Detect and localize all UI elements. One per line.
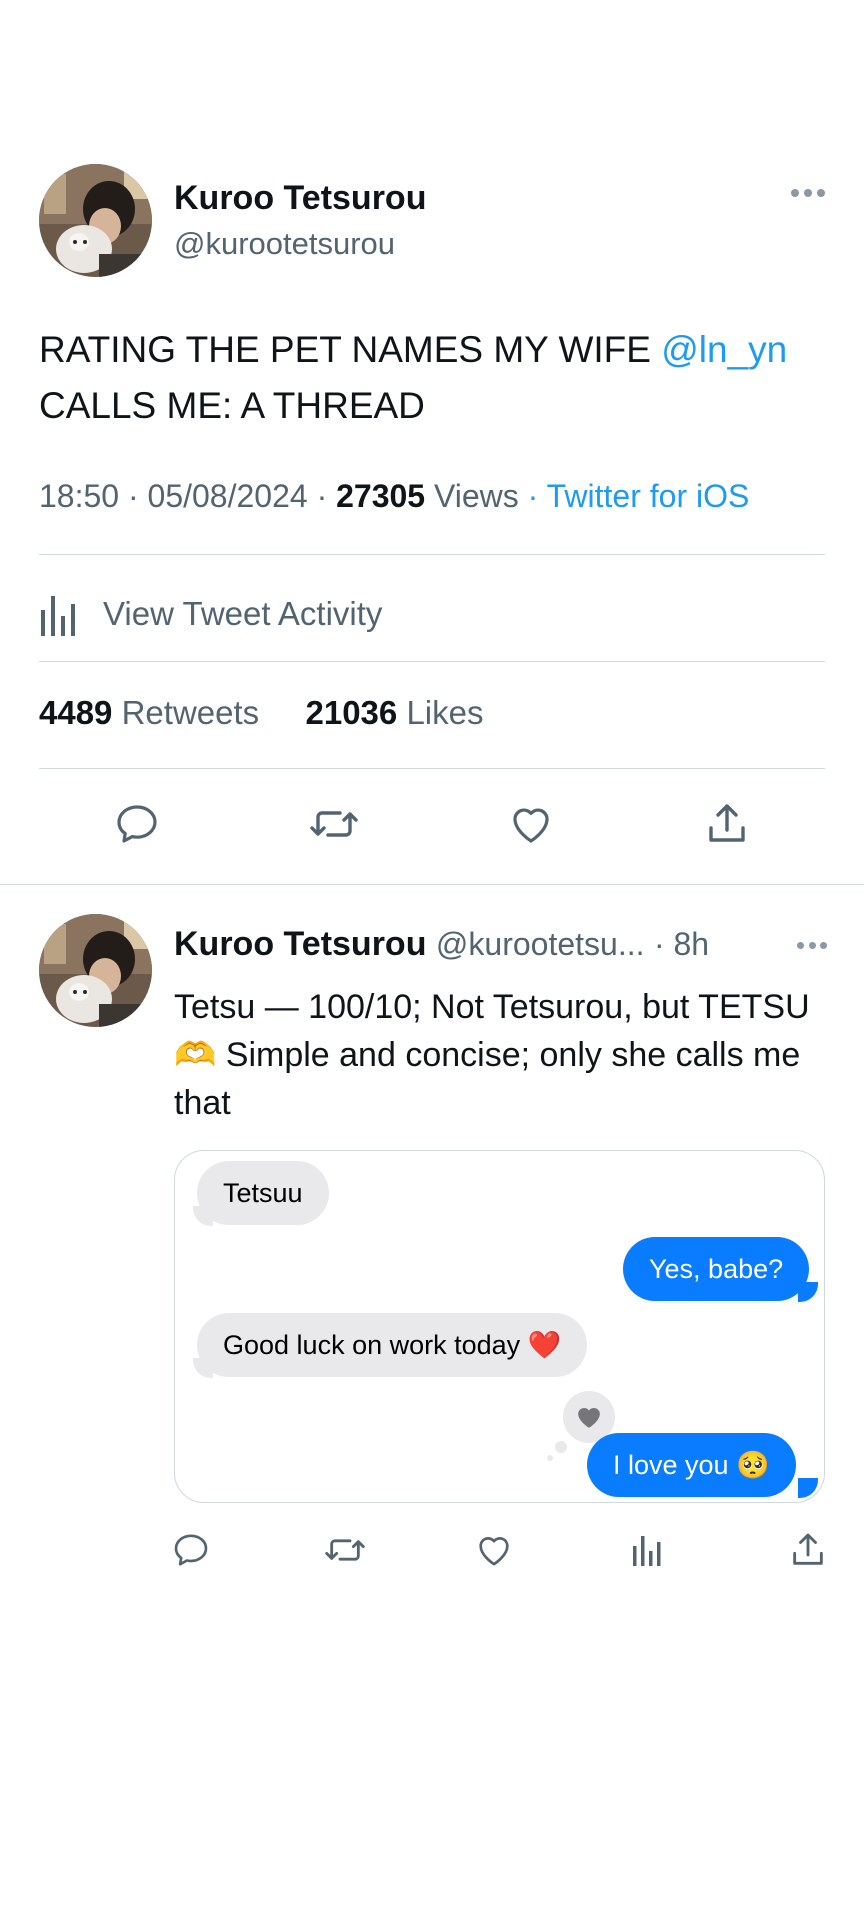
- more-icon[interactable]: [791, 189, 825, 199]
- mention-link[interactable]: @ln_yn: [661, 329, 787, 370]
- reply-age[interactable]: 8h: [674, 926, 710, 962]
- tweet-actions: [39, 794, 825, 864]
- message-bubble: Good luck on work today ❤️: [197, 1313, 588, 1377]
- message-bubble: I love you 🥺: [587, 1433, 796, 1497]
- reply-actions: [160, 1520, 840, 1580]
- retweet-icon: [310, 811, 358, 837]
- like-button[interactable]: [501, 794, 561, 854]
- like-button[interactable]: [469, 1520, 519, 1580]
- reply-button[interactable]: [107, 794, 167, 854]
- author-row: Kuroo Tetsurou @kurootetsurou: [39, 164, 825, 278]
- meta-separator: ·: [527, 478, 547, 514]
- retweet-button[interactable]: [304, 794, 364, 854]
- retweets-count[interactable]: 4489: [39, 694, 112, 731]
- activity-label: View Tweet Activity: [103, 595, 383, 632]
- meta-separator: ·: [316, 478, 337, 514]
- like-icon: [479, 1537, 509, 1566]
- retweet-icon: [325, 1539, 365, 1561]
- divider: [39, 661, 825, 662]
- divider: [39, 554, 825, 555]
- author-handle[interactable]: @kurootetsurou: [174, 226, 395, 262]
- share-icon: [709, 804, 745, 842]
- divider: [39, 768, 825, 769]
- like-icon: [513, 808, 549, 843]
- reply-text: Tetsu — 100/10; Not Tetsurou, but TETSU …: [174, 988, 810, 1122]
- share-icon: [793, 1533, 823, 1565]
- views-count: 27305: [336, 478, 426, 514]
- tweet-stats: 4489 Retweets 21036 Likes: [39, 694, 483, 732]
- meta-separator: ·: [127, 478, 148, 514]
- attached-image[interactable]: Tetsuu Yes, babe? Good luck on work toda…: [174, 1150, 825, 1503]
- tweet-text-start: RATING THE PET NAMES MY WIFE: [39, 329, 662, 370]
- tweet-text: RATING THE PET NAMES MY WIFE @ln_yn CALL…: [39, 322, 839, 434]
- analytics-button[interactable]: [623, 1520, 673, 1580]
- tweet-source[interactable]: Twitter for iOS: [547, 478, 750, 514]
- likes-label[interactable]: Likes: [406, 694, 483, 731]
- header-separator: ·: [653, 926, 674, 962]
- tweet-meta: 18:50 · 05/08/2024 · 27305 Views · Twitt…: [39, 478, 749, 515]
- tweet-time: 18:50: [39, 478, 120, 514]
- share-button[interactable]: [697, 794, 757, 854]
- views-label: Views: [433, 478, 519, 514]
- view-activity-button[interactable]: View Tweet Activity: [39, 584, 382, 644]
- tweet-text-end: CALLS ME: A THREAD: [39, 385, 425, 426]
- avatar[interactable]: [39, 164, 152, 277]
- reply-button[interactable]: [166, 1520, 216, 1580]
- likes-count[interactable]: 21036: [306, 694, 398, 731]
- reply-icon: [174, 1534, 208, 1566]
- tweet-date: 05/08/2024: [147, 478, 308, 514]
- retweet-button[interactable]: [320, 1520, 370, 1580]
- reply-author-handle[interactable]: @kurootetsu...: [436, 926, 645, 962]
- main-tweet: Kuroo Tetsurou @kurootetsurou RATING THE…: [39, 164, 825, 843]
- reply-more-icon[interactable]: [797, 942, 827, 950]
- message-bubble: Tetsuu: [197, 1161, 329, 1225]
- analytics-icon: [41, 596, 75, 636]
- message-bubble: Yes, babe?: [623, 1237, 810, 1301]
- reply-header: Kuroo Tetsurou @kurootetsu... · 8h: [174, 925, 709, 964]
- analytics-icon: [633, 1536, 661, 1566]
- retweets-label[interactable]: Retweets: [122, 694, 260, 731]
- tweet-separator: [0, 884, 864, 885]
- reply-icon: [117, 805, 157, 843]
- reply-author-name[interactable]: Kuroo Tetsurou: [174, 925, 426, 963]
- reply-avatar[interactable]: [39, 914, 152, 1027]
- author-name[interactable]: Kuroo Tetsurou: [174, 179, 426, 218]
- share-button[interactable]: [783, 1520, 833, 1580]
